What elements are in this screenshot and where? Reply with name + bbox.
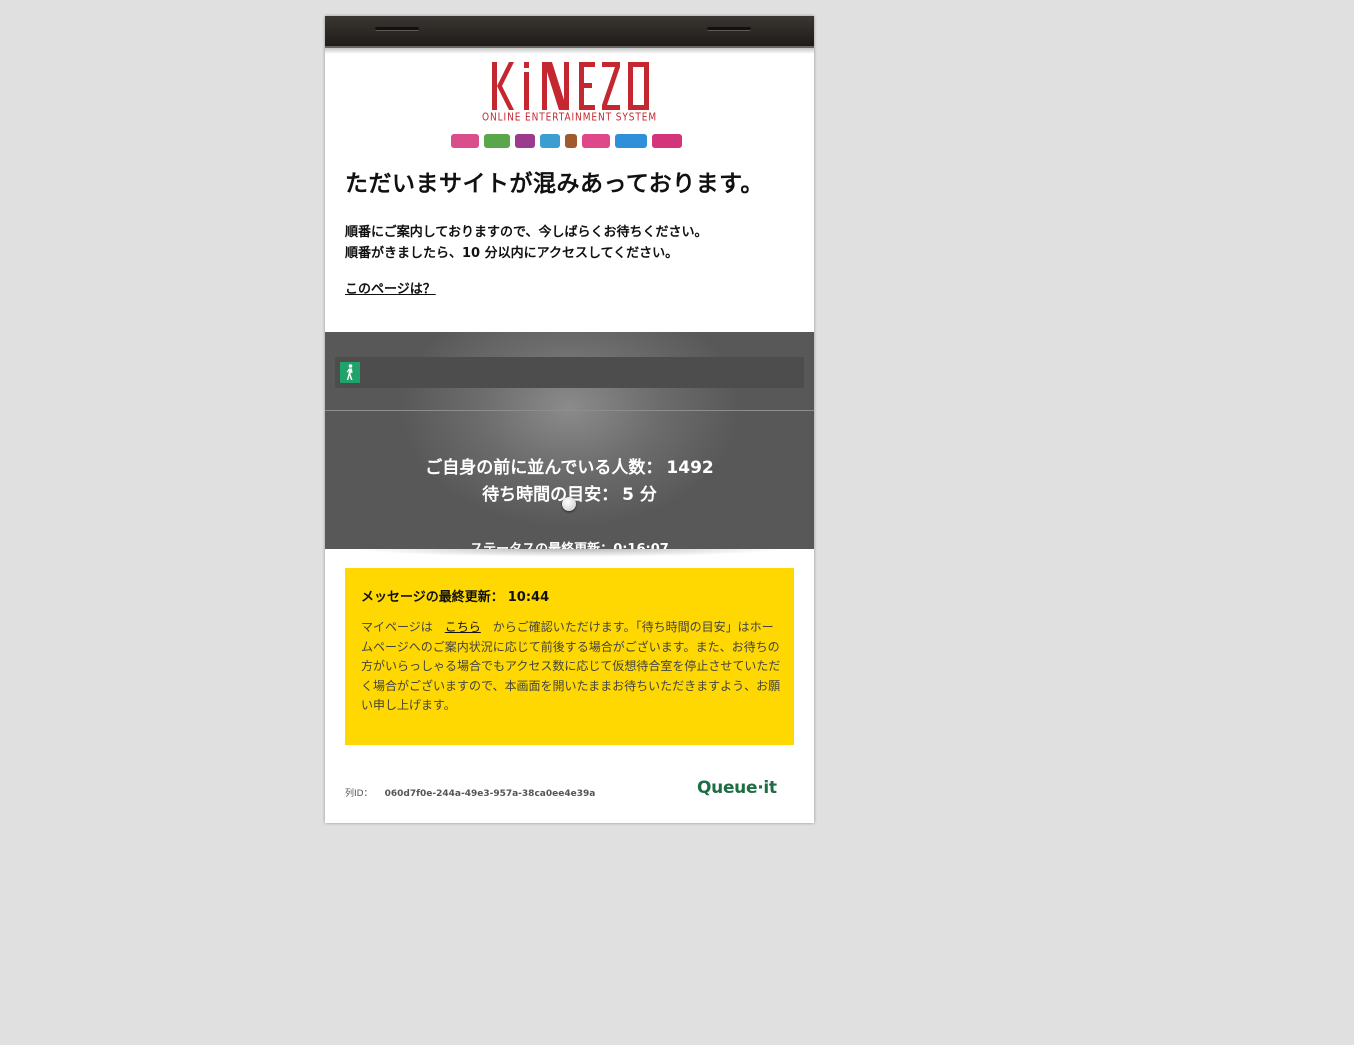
queue-it-logo: Queue·it xyxy=(697,778,777,798)
partner-logo-5-icon xyxy=(565,134,577,148)
loading-indicator-icon xyxy=(562,497,576,511)
top-bar-slot-left xyxy=(375,27,419,31)
partner-logo-8-icon xyxy=(652,134,682,148)
info-line-2: 順番がきましたら、10 分以内にアクセスしてください。 xyxy=(345,246,679,261)
page-title: ただいまサイトが混みあっております。 xyxy=(345,171,764,197)
partner-logo-4-icon xyxy=(540,134,560,148)
queue-status-panel: ご自身の前に並んでいる人数：1492 待ち時間の目安：5 分 ステータスの最終更… xyxy=(325,332,814,557)
kinezo-logo: ONLINE ENTERTAINMENT SYSTEM xyxy=(325,60,814,124)
mypage-link[interactable]: こちら xyxy=(445,620,481,634)
partner-logos xyxy=(451,132,682,150)
partner-logo-2-icon xyxy=(484,134,510,148)
queue-id-value: 060d7f0e-244a-49e3-957a-38ca0ee4e39a xyxy=(384,789,596,799)
walking-person-icon xyxy=(340,362,360,383)
people-ahead-label: ご自身の前に並んでいる人数： xyxy=(425,458,663,478)
kinezo-wordmark-icon xyxy=(491,62,649,110)
queue-id-label: 列ID： xyxy=(345,789,373,799)
partner-logo-3-icon xyxy=(515,134,535,148)
logo-subtitle: ONLINE ENTERTAINMENT SYSTEM xyxy=(481,112,658,124)
top-bar xyxy=(325,16,814,48)
queue-progress-bar xyxy=(335,357,804,388)
message-title-time: 10:44 xyxy=(507,590,550,605)
message-body-prefix: マイページは xyxy=(361,620,433,634)
partner-logo-7-icon xyxy=(615,134,647,148)
queue-page-card: ONLINE ENTERTAINMENT SYSTEM ただいまサイトが混みあっ… xyxy=(325,16,814,823)
people-ahead-stat: ご自身の前に並んでいる人数： 1492 xyxy=(325,453,814,478)
partner-logo-1-icon xyxy=(451,134,479,148)
panel-shadow xyxy=(355,549,784,557)
top-bar-slot-right xyxy=(707,27,751,31)
info-text: 順番にご案内しておりますので、今しばらくお待ちください。 順番がきましたら、10… xyxy=(345,222,707,264)
partner-logo-6-icon xyxy=(582,134,610,148)
about-page-link[interactable]: このページは？ xyxy=(345,278,436,297)
queue-id: 列ID： 060d7f0e-244a-49e3-957a-38ca0ee4e39a xyxy=(345,786,595,799)
people-ahead-value: 1492 xyxy=(666,458,714,478)
info-line-1: 順番にご案内しておりますので、今しばらくお待ちください。 xyxy=(345,225,708,240)
top-bar-shadow xyxy=(325,48,814,54)
walking-person-glyph xyxy=(346,364,353,380)
wait-time-label: 待ち時間の目安： xyxy=(482,485,619,505)
message-title: メッセージの最終更新： 10:44 xyxy=(361,586,549,605)
message-body: マイページは こちら からご確認いただけます。「待ち時間の目安」はホームページへのご… xyxy=(361,618,781,716)
message-title-label: メッセージの最終更新： xyxy=(361,590,504,605)
message-box: メッセージの最終更新： 10:44 マイページは こちら からご確認いただけます。「待… xyxy=(345,568,794,745)
panel-divider xyxy=(325,410,814,411)
wait-time-value: 5 分 xyxy=(622,485,657,505)
